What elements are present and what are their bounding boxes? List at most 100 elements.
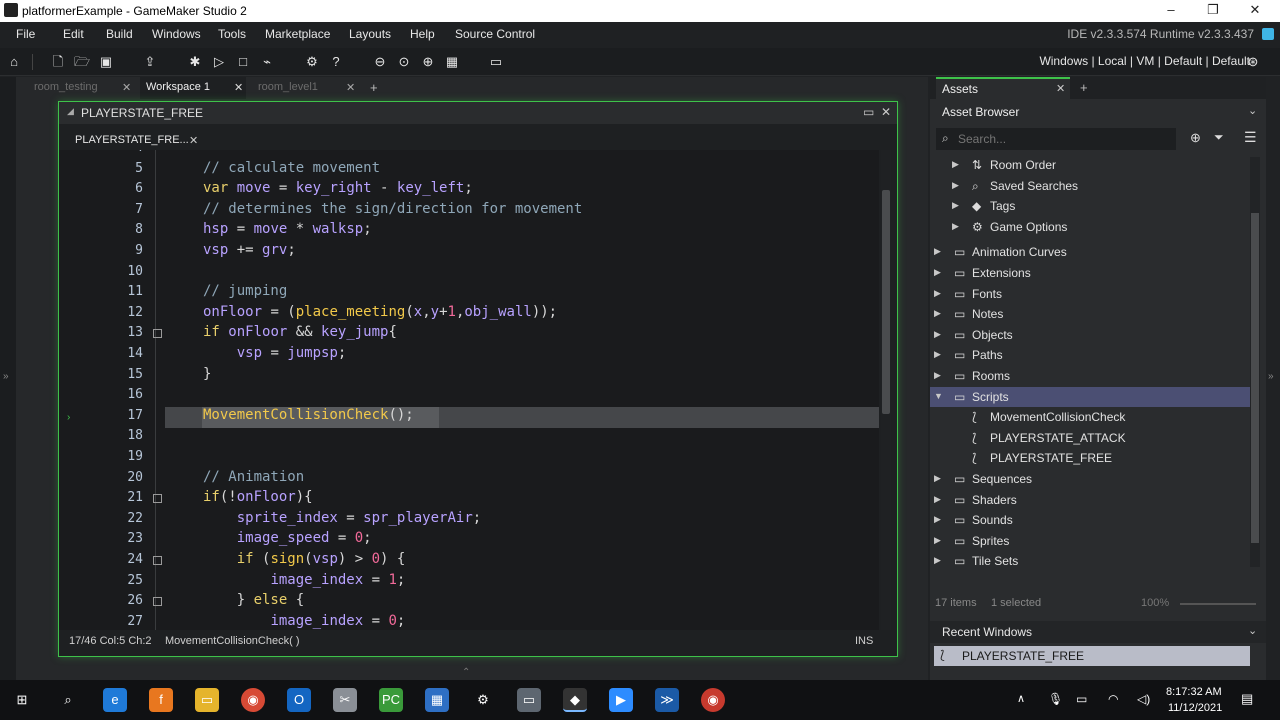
stop-icon[interactable]: □ xyxy=(233,52,253,72)
tab-workspace-1[interactable]: Workspace 1 xyxy=(140,77,246,99)
scroll-thumb[interactable] xyxy=(1251,213,1259,543)
chrome-icon[interactable]: ◉ xyxy=(241,688,265,712)
code-line[interactable]: vsp = jumpsp; xyxy=(203,345,347,361)
tab-room-testing[interactable]: room_testing xyxy=(34,77,134,99)
settings-gear-icon[interactable]: ⚙ xyxy=(471,688,495,712)
code-line[interactable]: sprite_index = spr_playerAir; xyxy=(203,510,481,526)
code-line[interactable]: if(!onFloor){ xyxy=(203,489,313,505)
asset-browser-header[interactable]: Asset Browser ⌄ xyxy=(930,101,1266,123)
editor-header[interactable]: ◢ PLAYERSTATE_FREE ▭ ✕ xyxy=(59,102,897,124)
firefox-icon[interactable]: f xyxy=(149,688,173,712)
fold-toggle-icon[interactable] xyxy=(153,597,162,607)
search-box[interactable]: ⌕ xyxy=(936,128,1176,150)
code-editor-window[interactable]: ◢ PLAYERSTATE_FREE ▭ ✕ PLAYERSTATE_FRE..… xyxy=(58,101,898,657)
tree-group[interactable]: Rooms xyxy=(972,366,1010,386)
recent-window-item[interactable]: ⟅ PLAYERSTATE_FREE xyxy=(934,646,1250,666)
close-icon[interactable]: ✕ xyxy=(346,81,355,94)
collapse-arrow-icon[interactable]: ▶ xyxy=(934,288,941,299)
code-line[interactable]: image_speed = 0; xyxy=(203,530,372,546)
menu-marketplace[interactable]: Marketplace xyxy=(265,27,330,41)
tab-assets[interactable]: Assets ✕ xyxy=(936,77,1070,99)
menu-layouts[interactable]: Layouts xyxy=(349,27,391,41)
snipping-tool-icon[interactable]: ✂ xyxy=(333,688,357,712)
tree-group[interactable]: Scripts xyxy=(972,387,1009,407)
outlook-icon[interactable]: O xyxy=(287,688,311,712)
monitor-icon[interactable]: ▭ xyxy=(486,52,506,72)
collapse-arrow-icon[interactable]: ▶ xyxy=(934,555,941,566)
target-settings-icon[interactable]: ⊛ xyxy=(1243,52,1263,72)
zoom-app-icon[interactable]: ▶ xyxy=(609,688,633,712)
code-line[interactable]: // Animation xyxy=(203,469,304,485)
code-line[interactable]: onFloor = (place_meeting(x,y+1,obj_wall)… xyxy=(203,304,557,320)
tree-item[interactable]: Tags xyxy=(990,196,1015,216)
chrome-icon[interactable]: ◉ xyxy=(701,688,725,712)
add-tab-icon[interactable]: + xyxy=(370,80,378,95)
zoom-reset-icon[interactable]: ⊙ xyxy=(394,52,414,72)
wifi-icon[interactable]: ◠ xyxy=(1108,692,1118,706)
target-selector[interactable]: Windows | Local | VM | Default | Default xyxy=(1039,54,1250,68)
zoom-out-icon[interactable]: ⊖ xyxy=(370,52,390,72)
code-line[interactable]: var move = key_right - key_left; xyxy=(203,180,473,196)
menu-edit[interactable]: Edit xyxy=(63,27,84,41)
code-line[interactable]: if (sign(vsp) > 0) { xyxy=(203,551,406,567)
assets-scrollbar[interactable] xyxy=(1250,157,1260,567)
settings-icon[interactable]: ⚙ xyxy=(302,52,322,72)
code-line[interactable]: // calculate movement xyxy=(203,160,380,176)
tree-group[interactable]: Sequences xyxy=(972,469,1032,489)
tree-group[interactable]: Tile Sets xyxy=(972,551,1018,571)
tree-item[interactable]: Game Options xyxy=(990,217,1067,237)
collapse-arrow-icon[interactable]: ▶ xyxy=(934,329,941,340)
home-icon[interactable]: ⌂ xyxy=(4,52,24,72)
microphone-icon[interactable]: 🎙 xyxy=(1048,692,1063,706)
add-tab-icon[interactable]: + xyxy=(1080,80,1088,95)
help-icon[interactable]: ? xyxy=(326,52,346,72)
menu-tools[interactable]: Tools xyxy=(218,27,246,41)
code-line[interactable]: image_index = 1; xyxy=(203,572,405,588)
collapse-arrow-icon[interactable]: ▶ xyxy=(934,308,941,319)
tree-group[interactable]: Extensions xyxy=(972,263,1031,283)
filter-icon[interactable]: ⏷ xyxy=(1214,130,1224,145)
close-icon[interactable]: ✕ xyxy=(234,81,243,94)
fold-toggle-icon[interactable] xyxy=(153,329,162,339)
minimize-icon[interactable]: – xyxy=(1162,2,1180,17)
run-icon[interactable]: ▷ xyxy=(209,52,229,72)
tree-item[interactable]: Saved Searches xyxy=(990,176,1078,196)
clock-time[interactable]: 8:17:32 AM xyxy=(1166,686,1222,698)
tree-group[interactable]: Animation Curves xyxy=(972,242,1067,262)
menu-build[interactable]: Build xyxy=(106,27,133,41)
editor-tab[interactable]: PLAYERSTATE_FRE... ✕ xyxy=(67,130,207,152)
debug-icon[interactable]: ✱ xyxy=(185,52,205,72)
gamemaker-taskbar-icon[interactable]: ◆ xyxy=(563,688,587,712)
collapse-arrow-icon[interactable]: ▶ xyxy=(934,473,941,484)
code-area[interactable]: › 45// calculate movement6var move = key… xyxy=(59,150,879,630)
code-line[interactable]: image_index = 0; xyxy=(203,613,405,629)
edge-icon[interactable]: e xyxy=(103,688,127,712)
calculator-icon[interactable]: ▦ xyxy=(425,688,449,712)
collapse-arrow-icon[interactable]: ▶ xyxy=(934,370,941,381)
code-line[interactable]: // determines the sign/direction for mov… xyxy=(203,201,582,217)
tree-script[interactable]: MovementCollisionCheck xyxy=(990,407,1125,427)
collapse-arrow-icon[interactable]: ▶ xyxy=(952,159,959,170)
grid-icon[interactable]: ▦ xyxy=(442,52,462,72)
search-icon[interactable]: ⌕ xyxy=(56,688,80,712)
tree-group[interactable]: Fonts xyxy=(972,284,1002,304)
tree-script[interactable]: PLAYERSTATE_FREE xyxy=(990,448,1112,468)
create-asset-icon[interactable]: ⊕ xyxy=(1190,130,1201,146)
code-line[interactable]: } xyxy=(203,366,211,382)
collapse-arrow-icon[interactable]: ▶ xyxy=(952,221,959,232)
tree-group[interactable]: Notes xyxy=(972,304,1003,324)
expand-right-icon[interactable]: » xyxy=(1268,371,1274,382)
collapse-arrow-icon[interactable]: ▶ xyxy=(934,246,941,257)
zoom-slider[interactable] xyxy=(1180,603,1256,605)
tree-group[interactable]: Sprites xyxy=(972,531,1009,551)
tree-script[interactable]: PLAYERSTATE_ATTACK xyxy=(990,428,1126,448)
collapse-arrow-icon[interactable]: ▶ xyxy=(952,180,959,191)
editor-scrollbar[interactable] xyxy=(881,150,891,630)
collapse-arrow-icon[interactable]: ▶ xyxy=(952,200,959,211)
battery-icon[interactable]: ▭ xyxy=(1076,692,1087,706)
menu-source-control[interactable]: Source Control xyxy=(455,27,535,41)
new-project-icon[interactable]: 🗋 xyxy=(48,52,68,72)
menu-file[interactable]: File xyxy=(16,27,35,41)
save-icon[interactable]: ▣ xyxy=(96,52,116,72)
volume-icon[interactable]: ◁) xyxy=(1137,692,1150,706)
